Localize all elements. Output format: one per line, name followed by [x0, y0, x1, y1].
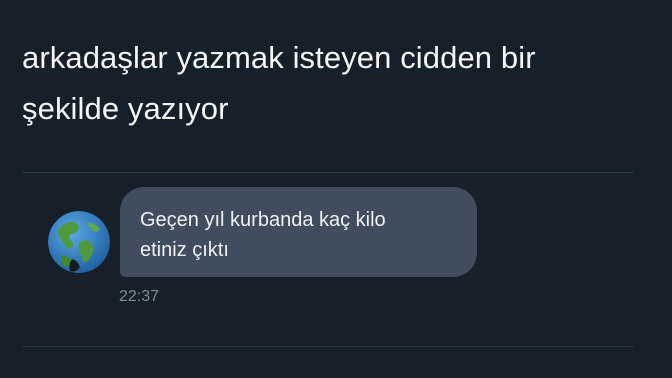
tweet-text-line-2: şekilde yazıyor: [22, 91, 229, 126]
message-text-line-1: Geçen yıl kurbanda kaç kilo: [140, 209, 386, 231]
message-text-line-2: etiniz çıktı: [140, 239, 229, 261]
avatar[interactable]: [48, 211, 110, 273]
earth-globe-icon: [48, 211, 110, 273]
tweet-text-line-1: arkadaşlar yazmak isteyen cidden bir: [22, 40, 536, 75]
message-timestamp: 22:37: [119, 288, 160, 305]
message-bubble[interactable]: Geçen yıl kurbanda kaç kilo etiniz çıktı: [120, 187, 477, 277]
tweet-text: arkadaşlar yazmak isteyen cidden bir şek…: [22, 32, 652, 134]
divider: [22, 346, 634, 347]
